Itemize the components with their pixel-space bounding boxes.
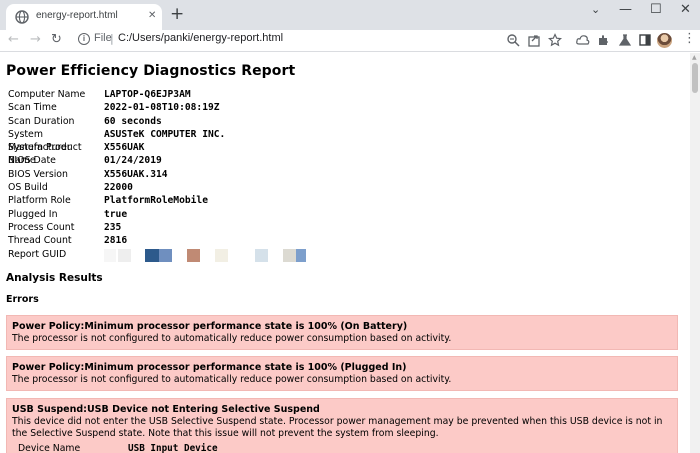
guid-block	[296, 249, 306, 262]
tab-strip: energy-report.html ✕ + ⌄ — ☐ ✕	[0, 0, 700, 30]
guid-block	[118, 249, 131, 262]
bookmark-star-icon[interactable]	[548, 33, 562, 47]
tab-energy-report[interactable]: energy-report.html ✕	[6, 4, 162, 30]
error-description: The processor is not configured to autom…	[12, 374, 452, 385]
guid-block	[159, 249, 172, 262]
guid-block	[215, 249, 228, 262]
info-row: Plugged In true	[8, 208, 128, 220]
info-row: System Product Name X556UAK	[8, 142, 145, 167]
errors-heading: Errors	[6, 294, 39, 305]
guid-block	[255, 249, 268, 262]
info-row: System Manufacturer ASUSTeK COMPUTER INC.	[8, 128, 226, 154]
info-icon[interactable]: i	[78, 33, 90, 45]
minimize-button[interactable]: —	[619, 2, 632, 18]
report-title: Power Efficiency Diagnostics Report	[6, 63, 296, 79]
side-panel-icon[interactable]	[638, 33, 652, 47]
scroll-up-arrow-icon[interactable]: ▲	[692, 55, 697, 61]
guid-block	[145, 249, 159, 262]
analysis-results-heading: Analysis Results	[6, 272, 103, 284]
globe-icon	[15, 10, 29, 24]
info-row: BIOS Version X556UAK.314	[8, 168, 168, 180]
cloud-extension-icon[interactable]	[576, 33, 590, 47]
divider: |	[110, 32, 114, 45]
zoom-icon[interactable]	[506, 33, 520, 47]
error-title: Power Policy:Minimum processor performan…	[12, 321, 408, 332]
error-item: Power Policy:Minimum processor performan…	[6, 315, 678, 350]
extensions-puzzle-icon[interactable]	[597, 33, 611, 47]
detail-value: USB Input Device	[128, 443, 218, 453]
system-info-table: Computer Name LAPTOP-Q6EJP3AM Scan Time 20…	[8, 88, 225, 261]
profile-avatar[interactable]	[657, 33, 672, 48]
reload-button[interactable]: ↻	[51, 32, 62, 48]
chevron-down-icon[interactable]: ⌄	[591, 2, 600, 18]
tab-title: energy-report.html	[36, 10, 118, 21]
info-row: Scan Time 2022-01-08T10:08:19Z	[8, 102, 220, 114]
back-button[interactable]: ←	[8, 32, 19, 48]
error-title: USB Suspend:USB Device not Entering Sele…	[12, 404, 320, 415]
close-tab-icon[interactable]: ✕	[148, 9, 156, 23]
guid-block	[104, 249, 116, 262]
error-item: USB Suspend:USB Device not Entering Sele…	[6, 398, 678, 453]
guid-block	[283, 249, 296, 262]
address-bar[interactable]: i File | C:/Users/panki/energy-report.ht…	[70, 30, 570, 50]
page-content: Power Efficiency Diagnostics Report Comp…	[0, 53, 690, 453]
toolbar: ← → ↻ i File | C:/Users/panki/energy-rep…	[0, 30, 700, 52]
url-text[interactable]: C:/Users/panki/energy-report.html	[118, 32, 283, 44]
guid-block	[187, 249, 200, 262]
error-detail-row: Device Name USB Input Device	[18, 443, 672, 453]
error-description: The processor is not configured to autom…	[12, 333, 452, 344]
error-item: Power Policy:Minimum processor performan…	[6, 356, 678, 391]
menu-kebab-icon[interactable]: ⋮	[683, 31, 696, 47]
detail-key: Device Name	[18, 443, 81, 453]
scroll-thumb[interactable]	[692, 63, 698, 93]
close-window-button[interactable]: ✕	[680, 2, 691, 18]
info-row: Platform Role PlatformRoleMobile	[8, 195, 208, 207]
forward-button[interactable]: →	[30, 32, 41, 48]
new-tab-button[interactable]: +	[170, 4, 184, 24]
maximize-button[interactable]: ☐	[650, 2, 662, 18]
info-row: Scan Duration 60 seconds	[8, 115, 162, 127]
info-row: OS Build 22000	[8, 182, 133, 194]
vertical-scrollbar[interactable]: ▲	[690, 53, 700, 453]
error-title: Power Policy:Minimum processor performan…	[12, 362, 407, 373]
info-row: BIOS Date 01/24/2019	[8, 155, 162, 167]
info-row: Thread Count 2816	[8, 235, 128, 247]
share-icon[interactable]	[527, 33, 541, 47]
flask-icon[interactable]	[618, 33, 632, 47]
info-row: Process Count 235	[8, 221, 122, 233]
error-description: This device did not enter the USB Select…	[12, 416, 663, 439]
info-row: Computer Name LAPTOP-Q6EJP3AM	[8, 89, 191, 100]
